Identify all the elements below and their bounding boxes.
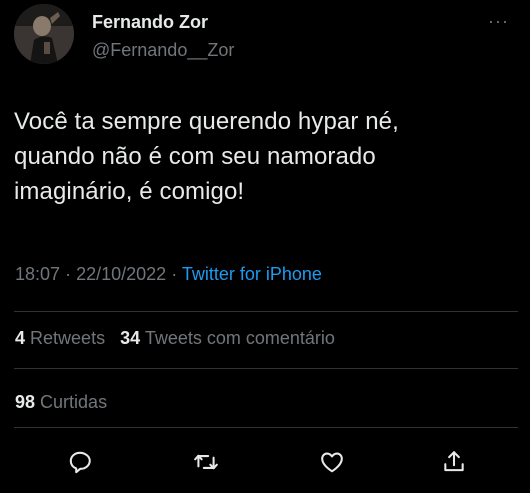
like-button[interactable] xyxy=(314,444,350,480)
divider xyxy=(14,311,518,312)
retweet-button[interactable] xyxy=(188,444,224,480)
like-icon xyxy=(321,452,343,473)
author-handle[interactable]: @Fernando__Zor xyxy=(92,40,234,61)
divider xyxy=(14,427,518,428)
action-bar xyxy=(0,444,530,480)
likes-label: Curtidas xyxy=(40,392,108,412)
quotes-label: Tweets com comentário xyxy=(144,328,335,348)
tweet-meta: 18:07 · 22/10/2022 · Twitter for iPhone xyxy=(15,264,322,285)
retweets-label: Retweets xyxy=(30,328,106,348)
author-name[interactable]: Fernando Zor xyxy=(92,12,208,33)
quotes-stat[interactable]: 34 Tweets com comentário xyxy=(120,328,335,348)
likes-stat[interactable]: 98 Curtidas xyxy=(15,392,107,413)
retweet-stats: 4 Retweets 34 Tweets com comentário xyxy=(15,328,335,349)
divider xyxy=(14,368,518,369)
meta-separator: · xyxy=(65,264,72,284)
tweet-source[interactable]: Twitter for iPhone xyxy=(182,264,322,284)
avatar[interactable] xyxy=(14,4,74,64)
share-icon xyxy=(444,451,464,472)
tweet-time: 18:07 xyxy=(15,264,61,284)
retweets-stat[interactable]: 4 Retweets xyxy=(15,328,105,348)
tweet-date[interactable]: 22/10/2022 xyxy=(76,264,166,284)
tweet-text: Você ta sempre querendo hypar né, quando… xyxy=(14,108,399,205)
likes-count: 98 xyxy=(15,392,36,412)
retweet-icon xyxy=(194,454,218,470)
more-options-icon[interactable]: ··· xyxy=(488,12,509,30)
reply-button[interactable] xyxy=(62,444,98,480)
retweets-count: 4 xyxy=(15,328,26,348)
reply-icon xyxy=(69,451,91,474)
quotes-count: 34 xyxy=(120,328,141,348)
meta-separator: · xyxy=(171,264,178,284)
share-button[interactable] xyxy=(436,444,472,480)
